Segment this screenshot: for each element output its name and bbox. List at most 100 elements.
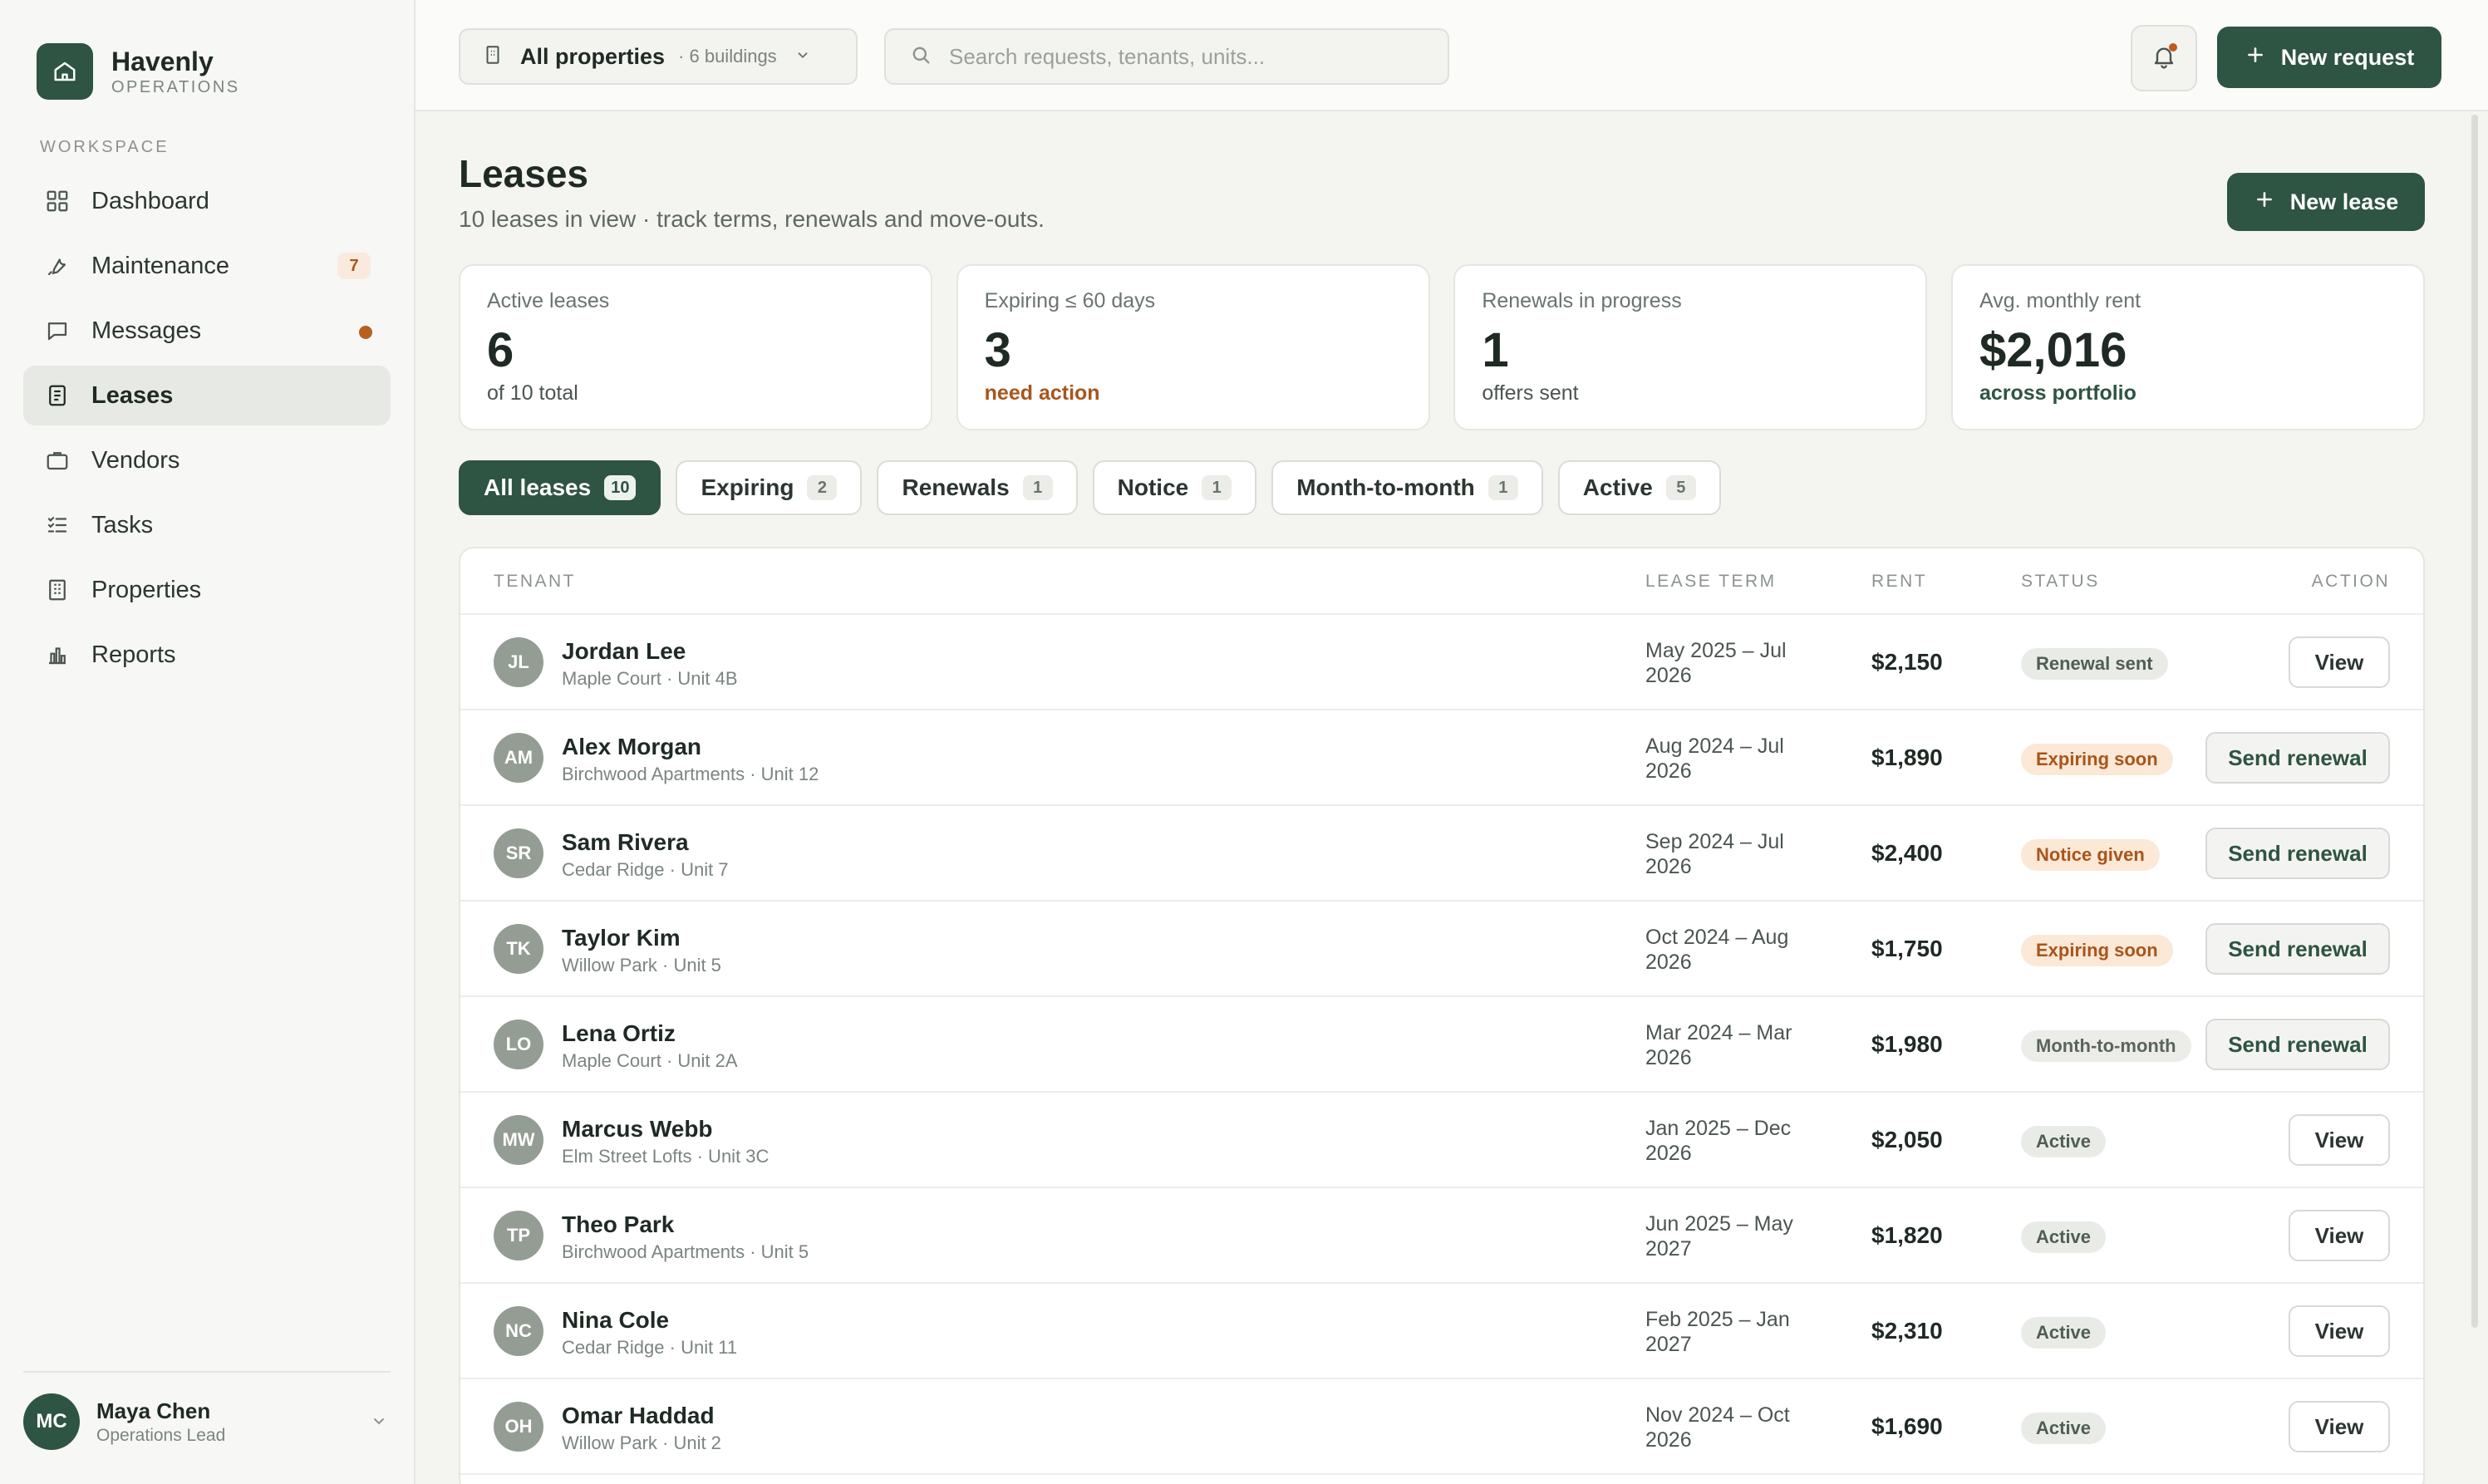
lease-term: Jan 2025 – Dec 2026 bbox=[1645, 1116, 1828, 1166]
lease-term-start: May 2025 – Jul bbox=[1645, 639, 1787, 662]
rent-amount: $1,890 bbox=[1871, 744, 1943, 770]
table-row[interactable]: NC Nina Cole Cedar Ridge · Unit 11 Feb 2… bbox=[460, 1284, 2423, 1379]
filter-notice[interactable]: Notice 1 bbox=[1092, 460, 1257, 515]
column-header-rent[interactable]: RENT bbox=[1871, 572, 1927, 592]
column-header-status[interactable]: STATUS bbox=[2021, 572, 2100, 592]
avatar: MC bbox=[23, 1393, 80, 1450]
sidebar-item-dashboard[interactable]: Dashboard bbox=[23, 171, 391, 231]
new-request-button[interactable]: New request bbox=[2217, 27, 2441, 88]
avatar: OH bbox=[494, 1402, 543, 1452]
stat-card-avg-rent: Avg. monthly rent $2,016 across portfoli… bbox=[1950, 264, 2425, 430]
table-row[interactable]: TP Theo Park Birchwood Apartments · Unit… bbox=[460, 1188, 2423, 1284]
table-row[interactable]: AM Alex Morgan Birchwood Apartments · Un… bbox=[460, 710, 2423, 806]
table-row[interactable]: MW Marcus Webb Elm Street Lofts · Unit 3… bbox=[460, 1093, 2423, 1188]
view-button[interactable]: View bbox=[2289, 636, 2390, 688]
brand[interactable]: Havenly OPERATIONS bbox=[37, 43, 240, 100]
sidebar-item-messages[interactable]: Messages bbox=[23, 301, 391, 361]
filter-month-to-month[interactable]: Month-to-month 1 bbox=[1271, 460, 1543, 515]
plus-icon bbox=[2254, 189, 2275, 216]
column-header-lease-term[interactable]: LEASE TERM bbox=[1645, 572, 1777, 592]
stat-value: 1 bbox=[1482, 323, 1509, 377]
lease-term-end-year: 2026 bbox=[1645, 759, 1692, 783]
user-menu[interactable]: MC Maya Chen Operations Lead bbox=[23, 1393, 391, 1451]
sidebar-item-maintenance[interactable]: Maintenance 7 bbox=[23, 236, 391, 296]
tenant-name[interactable]: Lena Ortiz bbox=[562, 1020, 676, 1047]
status-badge: Active bbox=[2021, 1317, 2107, 1349]
lease-term-end-year: 2027 bbox=[1645, 1237, 1692, 1260]
filter-count: 1 bbox=[1022, 475, 1053, 500]
chevron-down-icon bbox=[794, 46, 812, 68]
avatar: LO bbox=[494, 1020, 543, 1069]
new-lease-button[interactable]: New lease bbox=[2227, 173, 2425, 231]
plus-icon bbox=[2245, 44, 2266, 71]
search-input[interactable] bbox=[949, 43, 1414, 70]
brand-subtitle: OPERATIONS bbox=[111, 77, 240, 96]
view-button[interactable]: View bbox=[2289, 1305, 2390, 1357]
table-row[interactable]: TK Taylor Kim Willow Park · Unit 5 Oct 2… bbox=[460, 902, 2423, 997]
new-lease-label: New lease bbox=[2289, 189, 2399, 214]
filter-active[interactable]: Active 5 bbox=[1557, 460, 1721, 515]
tenant-name[interactable]: Alex Morgan bbox=[562, 734, 701, 760]
sidebar-item-label: Leases bbox=[91, 381, 174, 409]
stat-card-renewals: Renewals in progress 1 offers sent bbox=[1453, 264, 1928, 430]
tenant-name[interactable]: Jordan Lee bbox=[562, 638, 686, 665]
send-renewal-button[interactable]: Send renewal bbox=[2205, 828, 2390, 879]
sidebar-item-reports[interactable]: Reports bbox=[23, 625, 391, 685]
divider bbox=[23, 1371, 391, 1373]
stat-sub: need action bbox=[984, 381, 1100, 405]
view-button[interactable]: View bbox=[2289, 1210, 2390, 1261]
filter-all-leases[interactable]: All leases 10 bbox=[459, 460, 661, 515]
table-row[interactable]: SR Sam Rivera Cedar Ridge · Unit 7 Sep 2… bbox=[460, 806, 2423, 902]
view-button[interactable]: View bbox=[2289, 1114, 2390, 1166]
sidebar-nav: Dashboard Maintenance 7 Messages Leases … bbox=[23, 171, 391, 690]
maintenance-count-badge: 7 bbox=[337, 253, 371, 279]
send-renewal-button[interactable]: Send renewal bbox=[2205, 1019, 2390, 1070]
tenant-unit: Birchwood Apartments · Unit 5 bbox=[562, 1241, 809, 1262]
sidebar-item-properties[interactable]: Properties bbox=[23, 560, 391, 620]
stat-value: $2,016 bbox=[1979, 323, 2127, 377]
tenant-unit: Maple Court · Unit 2A bbox=[562, 1050, 738, 1071]
lease-term-end-year: 2026 bbox=[1645, 951, 1692, 974]
checklist-icon bbox=[43, 511, 71, 539]
stat-sub: of 10 total bbox=[487, 381, 578, 405]
table-row[interactable]: JL Jordan Lee Maple Court · Unit 4B May … bbox=[460, 615, 2423, 710]
wrench-icon bbox=[43, 252, 71, 280]
table-row[interactable]: LO Lena Ortiz Maple Court · Unit 2A Mar … bbox=[460, 997, 2423, 1093]
sidebar-item-label: Maintenance bbox=[91, 252, 230, 279]
lease-term-start: Nov 2024 – Oct bbox=[1645, 1403, 1790, 1427]
sidebar-item-vendors[interactable]: Vendors bbox=[23, 430, 391, 490]
rent-amount: $1,750 bbox=[1871, 936, 1943, 961]
lease-term: Sep 2024 – Jul 2026 bbox=[1645, 829, 1828, 879]
lease-term-end-year: 2026 bbox=[1645, 1428, 1692, 1452]
avatar: MW bbox=[494, 1115, 543, 1165]
status-badge: Active bbox=[2021, 1413, 2107, 1444]
property-label: All properties bbox=[520, 43, 666, 69]
scrollbar[interactable] bbox=[2471, 115, 2478, 1328]
sidebar-item-label: Tasks bbox=[91, 511, 154, 538]
filter-label: Renewals bbox=[902, 474, 1010, 500]
tenant-name[interactable]: Sam Rivera bbox=[562, 829, 689, 856]
stats-row: Active leases 6 of 10 total Expiring ≤ 6… bbox=[459, 264, 2425, 430]
rent-amount: $2,400 bbox=[1871, 840, 1943, 866]
tenant-name[interactable]: Omar Haddad bbox=[562, 1403, 715, 1429]
property-selector[interactable]: All properties · 6 buildings bbox=[459, 28, 858, 85]
tenant-name[interactable]: Nina Cole bbox=[562, 1307, 669, 1334]
send-renewal-button[interactable]: Send renewal bbox=[2205, 923, 2390, 975]
filter-expiring[interactable]: Expiring 2 bbox=[676, 460, 863, 515]
status-badge: Active bbox=[2021, 1126, 2107, 1157]
filter-renewals[interactable]: Renewals 1 bbox=[877, 460, 1078, 515]
column-header-tenant[interactable]: TENANT bbox=[494, 572, 576, 592]
table-row[interactable]: OH Omar Haddad Willow Park · Unit 2 Nov … bbox=[460, 1379, 2423, 1475]
stat-label: Expiring ≤ 60 days bbox=[984, 289, 1156, 312]
view-button[interactable]: View bbox=[2289, 1401, 2390, 1452]
tenant-name[interactable]: Marcus Webb bbox=[562, 1116, 713, 1142]
tenant-name[interactable]: Taylor Kim bbox=[562, 925, 681, 951]
sidebar-item-tasks[interactable]: Tasks bbox=[23, 495, 391, 555]
sidebar-item-leases[interactable]: Leases bbox=[23, 366, 391, 425]
lease-term-start: Feb 2025 – Jan bbox=[1645, 1308, 1790, 1331]
send-renewal-button[interactable]: Send renewal bbox=[2205, 732, 2390, 784]
filter-count: 2 bbox=[807, 475, 838, 500]
tenant-name[interactable]: Theo Park bbox=[562, 1211, 674, 1238]
notifications-button[interactable] bbox=[2131, 25, 2197, 91]
status-badge: Expiring soon bbox=[2021, 935, 2173, 966]
